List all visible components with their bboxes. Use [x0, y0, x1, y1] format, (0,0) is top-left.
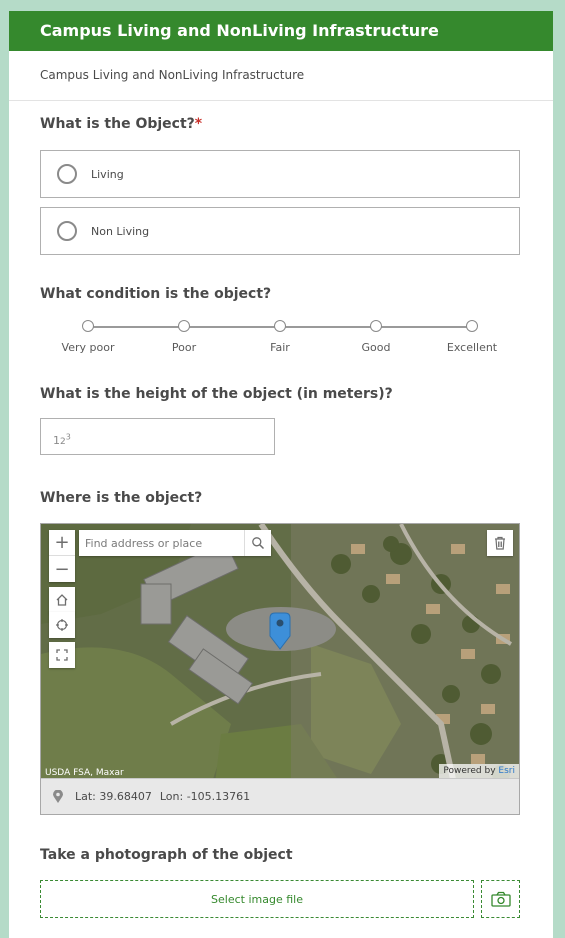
likert-label: Fair — [270, 341, 290, 354]
form-description: Campus Living and NonLiving Infrastructu… — [9, 51, 553, 101]
latitude-value: Lat: 39.68407 — [75, 790, 152, 803]
map-search — [79, 530, 271, 556]
radio-label: Non Living — [91, 224, 150, 238]
question-text: What is the Object? — [40, 116, 195, 132]
map-search-input[interactable] — [79, 530, 244, 556]
form-header: Campus Living and NonLiving Infrastructu… — [9, 11, 553, 51]
home-icon[interactable] — [49, 587, 75, 613]
likert-option-very-poor[interactable] — [82, 320, 94, 332]
likert-option-good[interactable] — [370, 320, 382, 332]
trash-icon[interactable] — [487, 530, 513, 556]
fullscreen-icon[interactable] — [49, 642, 75, 668]
survey-form: Campus Living and NonLiving Infrastructu… — [9, 11, 553, 938]
camera-button[interactable] — [481, 880, 520, 918]
zoom-controls: + − — [49, 530, 75, 582]
longitude-value: Lon: -105.13761 — [159, 790, 251, 803]
condition-likert-scale: Very poor Poor Fair Good Excellent — [40, 319, 520, 359]
likert-label: Excellent — [446, 341, 498, 354]
camera-icon — [490, 891, 511, 907]
likert-option-poor[interactable] — [178, 320, 190, 332]
question-height-label: What is the height of the object (in met… — [40, 386, 393, 402]
radio-option-living[interactable]: Living — [40, 150, 520, 198]
map-attribution: USDA FSA, Maxar — [45, 768, 124, 778]
esri-link[interactable]: Esri — [498, 766, 515, 776]
question-object-type-label: What is the Object?* — [40, 116, 202, 132]
zoom-out-icon[interactable]: − — [49, 556, 75, 582]
radio-button[interactable] — [57, 164, 77, 184]
likert-option-excellent[interactable] — [466, 320, 478, 332]
location-map[interactable]: + − USDA FSA, Maxar Powered by Esri — [40, 523, 520, 815]
esri-attribution: Powered by Esri — [439, 764, 519, 778]
radio-button[interactable] — [57, 221, 77, 241]
height-number-input[interactable]: 123 — [40, 418, 275, 455]
required-marker: * — [194, 116, 203, 132]
radio-label: Living — [91, 167, 124, 181]
zoom-in-icon[interactable]: + — [49, 530, 75, 556]
radio-option-non-living[interactable]: Non Living — [40, 207, 520, 255]
numeric-icon: 123 — [53, 432, 71, 447]
likert-label: Poor — [171, 341, 197, 354]
question-photo-label: Take a photograph of the object — [40, 847, 293, 863]
locate-icon[interactable] — [49, 612, 75, 638]
coordinate-bar: Lat: 39.68407 Lon: -105.13761 — [41, 778, 519, 814]
search-icon[interactable] — [244, 530, 271, 556]
likert-label: Good — [361, 341, 391, 354]
select-image-button[interactable]: Select image file — [40, 880, 474, 918]
question-condition-label: What condition is the object? — [40, 286, 272, 302]
location-pin-icon[interactable] — [269, 612, 291, 654]
powered-by-text: Powered by — [443, 766, 496, 776]
location-marker-icon — [53, 789, 63, 804]
likert-label: Very poor — [61, 341, 115, 354]
likert-option-fair[interactable] — [274, 320, 286, 332]
question-location-label: Where is the object? — [40, 490, 203, 506]
